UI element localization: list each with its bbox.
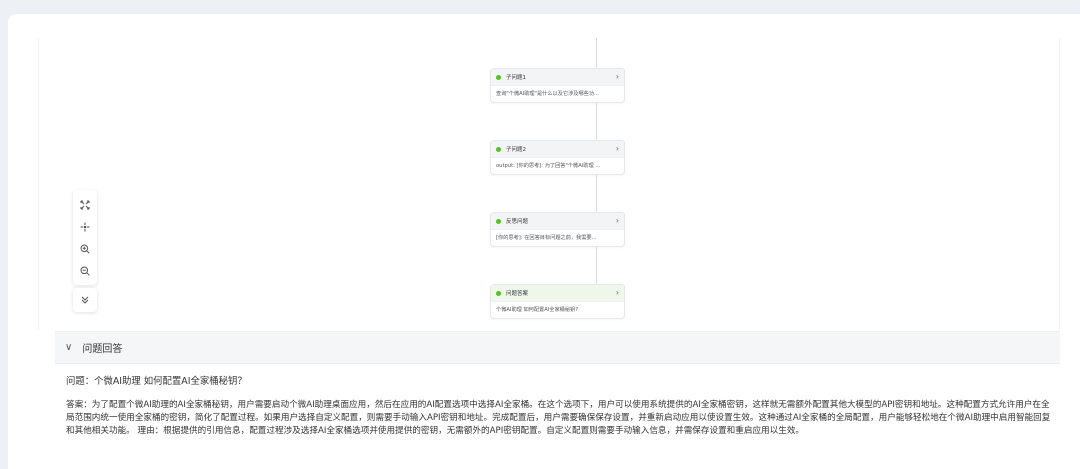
connector-line (596, 38, 597, 68)
node-body: 个微AI助理 如何配置AI全家桶秘钥? (496, 307, 578, 313)
center-icon (80, 222, 90, 232)
node-header: 子问题1 › (491, 69, 624, 86)
status-dot-icon (496, 218, 501, 224)
node-header: 子问题2 › (491, 141, 624, 158)
chevron-right-icon[interactable]: › (616, 217, 619, 225)
flow-node-subquestion-2[interactable]: 子问题2 › output: [你的思考]: 为了回答"个微AI助理 ... (490, 140, 625, 175)
flow-node-subquestion-1[interactable]: 子问题1 › 查询"个微AI助理"是什么以及它涉及哪些功... (490, 68, 625, 103)
fit-view-icon (80, 200, 90, 210)
node-header: 问题答案 › (491, 285, 624, 302)
answer-section-header[interactable]: ∨ 问题回答 (55, 331, 1060, 364)
center-view-button[interactable] (76, 216, 94, 238)
zoom-out-button[interactable] (76, 260, 94, 282)
connector-line (596, 246, 597, 284)
connector-line (596, 174, 597, 212)
node-body: 查询"个微AI助理"是什么以及它涉及哪些功... (496, 91, 599, 97)
zoom-in-icon (80, 244, 90, 254)
flow-node-answer[interactable]: 问题答案 › 个微AI助理 如何配置AI全家桶秘钥? (490, 284, 625, 319)
canvas-toolbar (73, 190, 97, 285)
zoom-out-icon (80, 266, 90, 276)
collapse-button[interactable] (73, 288, 97, 312)
question-text: 问题：个微AI助理 如何配置AI全家桶秘钥？ (66, 376, 247, 387)
double-chevron-down-icon (81, 296, 89, 304)
connector-line (596, 102, 597, 140)
node-body: output: [你的思考]: 为了回答"个微AI助理 ... (496, 163, 601, 169)
status-dot-icon (496, 74, 501, 80)
chevron-right-icon[interactable]: › (616, 145, 619, 153)
chevron-down-icon[interactable]: ∨ (65, 342, 72, 353)
node-header: 反思问题 › (491, 213, 624, 230)
flow-node-reflection[interactable]: 反思问题 › [你的思考]: 在回答目标问题之前，我需要... (490, 212, 625, 247)
node-body: [你的思考]: 在回答目标问题之前，我需要... (496, 235, 597, 241)
node-title: 子问题1 (506, 75, 526, 81)
node-title: 问题答案 (506, 291, 529, 297)
node-title: 子问题2 (506, 147, 526, 153)
chevron-right-icon[interactable]: › (616, 73, 619, 81)
chevron-right-icon[interactable]: › (616, 289, 619, 297)
section-title: 问题回答 (82, 344, 123, 355)
node-title: 反思问题 (506, 219, 529, 225)
status-dot-icon (496, 290, 501, 296)
answer-content: 问题：个微AI助理 如何配置AI全家桶秘钥？ 答案：为了配置个微AI助理的AI全… (66, 375, 1051, 438)
zoom-in-button[interactable] (76, 238, 94, 260)
fit-view-button[interactable] (76, 194, 94, 216)
status-dot-icon (496, 146, 501, 152)
answer-text: 答案：为了配置个微AI助理的AI全家桶秘钥，用户需要启动个微AI助理桌面应用，然… (66, 400, 1051, 436)
